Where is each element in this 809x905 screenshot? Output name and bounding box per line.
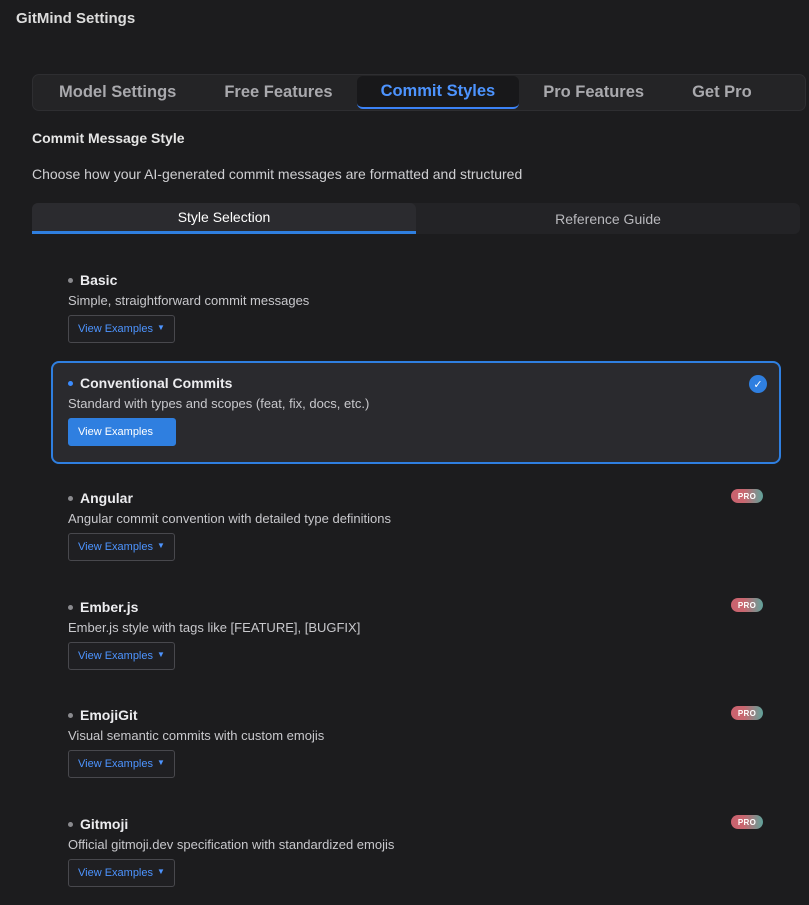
style-card-gitmoji[interactable]: Gitmoji Official gitmoji.dev specificati… <box>51 802 781 905</box>
style-description: Angular commit convention with detailed … <box>68 511 392 526</box>
pro-badge: PRO <box>731 815 763 829</box>
app-title: GitMind Settings <box>16 10 136 27</box>
style-name: Basic <box>80 272 118 288</box>
view-examples-button[interactable]: View Examples ▼ <box>68 315 175 343</box>
tab-model-settings[interactable]: Model Settings <box>35 76 200 109</box>
pro-badge: PRO <box>731 489 763 503</box>
dot-icon <box>68 278 73 283</box>
chevron-down-icon: ▼ <box>157 541 165 550</box>
tab-commit-styles[interactable]: Commit Styles <box>356 76 520 109</box>
style-description: Simple, straightforward commit messages <box>68 293 310 308</box>
view-examples-label: View Examples <box>78 323 153 335</box>
chevron-down-icon: ▼ <box>157 323 165 332</box>
pro-badge: PRO <box>731 706 763 720</box>
tab-get-pro[interactable]: Get Pro <box>668 76 776 109</box>
section-title: Commit Message Style <box>32 130 185 146</box>
view-examples-label: View Examples <box>78 426 153 438</box>
chevron-down-icon: ▼ <box>157 867 165 876</box>
style-card-angular[interactable]: Angular Angular commit convention with d… <box>51 476 781 579</box>
dot-icon <box>68 605 73 610</box>
style-name: Angular <box>80 490 133 506</box>
view-examples-label: View Examples <box>78 650 153 662</box>
style-description: Visual semantic commits with custom emoj… <box>68 728 325 743</box>
tab-free-features[interactable]: Free Features <box>200 76 356 109</box>
pro-badge: PRO <box>731 598 763 612</box>
subtab-style-selection[interactable]: Style Selection <box>32 203 416 234</box>
style-subtabs: Style Selection Reference Guide <box>32 203 800 234</box>
style-card-basic[interactable]: Basic Simple, straightforward commit mes… <box>51 258 781 361</box>
style-name: EmojiGit <box>80 707 138 723</box>
view-examples-button[interactable]: View Examples ▼ <box>68 533 175 561</box>
subtab-reference-guide[interactable]: Reference Guide <box>416 203 800 234</box>
chevron-down-icon: ▼ <box>157 758 165 767</box>
checkmark-icon: ✓ <box>749 375 767 393</box>
view-examples-label: View Examples <box>78 758 153 770</box>
dot-icon <box>68 381 73 386</box>
style-card-emberjs[interactable]: Ember.js Ember.js style with tags like [… <box>51 585 781 688</box>
view-examples-button[interactable]: View Examples <box>68 418 176 446</box>
view-examples-button[interactable]: View Examples ▼ <box>68 642 175 670</box>
dot-icon <box>68 822 73 827</box>
tab-pro-features[interactable]: Pro Features <box>519 76 668 109</box>
settings-tabbar: Model Settings Free Features Commit Styl… <box>32 74 806 111</box>
view-examples-label: View Examples <box>78 867 153 879</box>
style-card-emojigit[interactable]: EmojiGit Visual semantic commits with cu… <box>51 693 781 796</box>
section-description: Choose how your AI-generated commit mess… <box>32 166 523 182</box>
style-name: Conventional Commits <box>80 375 233 391</box>
dot-icon <box>68 496 73 501</box>
style-description: Standard with types and scopes (feat, fi… <box>68 396 370 411</box>
view-examples-button[interactable]: View Examples ▼ <box>68 750 175 778</box>
style-name: Ember.js <box>80 599 139 615</box>
style-description: Official gitmoji.dev specification with … <box>68 837 395 852</box>
dot-icon <box>68 713 73 718</box>
view-examples-button[interactable]: View Examples ▼ <box>68 859 175 887</box>
style-name: Gitmoji <box>80 816 129 832</box>
view-examples-label: View Examples <box>78 541 153 553</box>
style-description: Ember.js style with tags like [FEATURE],… <box>68 620 361 635</box>
chevron-down-icon: ▼ <box>157 650 165 659</box>
style-card-conventional-commits[interactable]: Conventional Commits Standard with types… <box>51 361 781 464</box>
